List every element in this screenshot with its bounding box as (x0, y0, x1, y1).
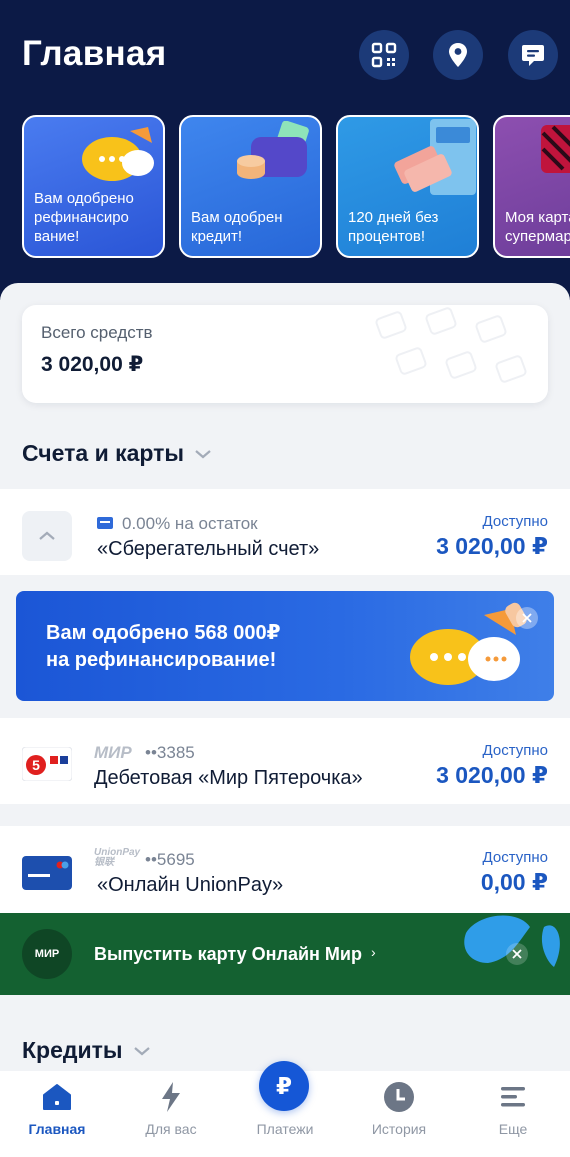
menu-icon (497, 1081, 529, 1113)
pyaterochka-logo-icon: 5 (22, 747, 72, 781)
mir-brand: МИР (94, 743, 132, 762)
story-text: Вам одобрен кредит! (191, 209, 283, 245)
svg-text:5: 5 (32, 757, 40, 773)
banner-close-button[interactable] (506, 943, 528, 965)
accounts-section-header[interactable]: Счета и карты (22, 440, 212, 467)
chat-button[interactable] (508, 30, 558, 80)
home-icon (41, 1081, 73, 1113)
nav-label: Еще (498, 1121, 528, 1137)
wallet-coins-icon (237, 121, 309, 179)
page-title: Главная (22, 34, 167, 73)
issue-mir-card-text: Выпустить карту Онлайн Мир (94, 944, 362, 964)
unionpay-brand: UnionPay 银联 (94, 848, 140, 868)
nav-label: История (371, 1121, 427, 1137)
chat-bubbles-illustration (410, 602, 527, 685)
total-funds-card[interactable]: Всего средств 3 020,00 ₽ (22, 305, 548, 403)
card2-number: ••5695 (145, 850, 195, 869)
ruble-icon: ₽ (275, 1072, 292, 1099)
nav-label: Платежи (256, 1121, 314, 1137)
card2-amount: 0,00 ₽ (480, 869, 548, 895)
unionpay-brand-bottom: 银联 (94, 857, 114, 868)
promo-text: Вам одобрено 568 000₽ на рефинансировани… (46, 620, 281, 674)
story-my-card[interactable]: Моя карта 10% в супермар (493, 115, 570, 258)
wallet-pattern-decoration (375, 307, 527, 383)
clock-icon (383, 1081, 415, 1113)
story-refinance[interactable]: Вам одобрено рефинансиро вание! (22, 115, 165, 258)
total-funds-value: 3 020,00 ₽ (41, 353, 144, 376)
total-funds-label: Всего средств (41, 323, 153, 342)
close-icon (522, 613, 532, 623)
location-pin-icon (449, 43, 467, 67)
card2-name: «Онлайн UnionPay» (97, 874, 284, 896)
payments-fab[interactable]: ₽ (259, 1061, 309, 1111)
nav-more[interactable]: Еще (456, 1071, 570, 1157)
chevron-right-icon: › (371, 944, 376, 960)
atm-icon (394, 119, 476, 195)
promo-line-2: на рефинансирование! (46, 649, 277, 671)
qr-scan-button[interactable] (359, 30, 409, 80)
savings-amount: 3 020,00 ₽ (436, 533, 548, 559)
chat-icon (522, 45, 544, 66)
location-button[interactable] (433, 30, 483, 80)
card1-number: ••3385 (145, 743, 195, 762)
card-row-mir-pyaterochka[interactable]: 5 МИР ••3385 Дебетовая «Мир Пятерочка» Д… (0, 718, 570, 804)
available-label: Доступно (482, 742, 548, 759)
account-icon (97, 517, 113, 529)
savings-account-row[interactable]: 0.00% на остаток «Сберегательный счет» Д… (0, 489, 570, 575)
card1-amount: 3 020,00 ₽ (436, 762, 548, 788)
lightning-icon (155, 1081, 187, 1113)
story-text: 120 дней без процентов! (348, 209, 439, 245)
issue-mir-card-banner[interactable]: МИР Выпустить карту Онлайн Мир › (0, 913, 570, 995)
nav-label: Главная (28, 1121, 86, 1137)
mir-badge: МИР (22, 929, 72, 979)
close-icon (512, 949, 522, 959)
nav-for-you[interactable]: Для вас (114, 1071, 228, 1157)
credits-section-title: Кредиты (22, 1037, 123, 1063)
savings-rate: 0.00% на остаток (122, 514, 258, 533)
chevron-down-icon (195, 449, 211, 458)
nav-home[interactable]: Главная (0, 1071, 114, 1157)
refinance-promo-banner[interactable]: Вам одобрено 568 000₽ на рефинансировани… (16, 591, 554, 701)
card-icon (541, 125, 570, 173)
savings-name: «Сберегательный счет» (97, 538, 320, 560)
story-interest-free[interactable]: 120 дней без процентов! (336, 115, 479, 258)
story-text: Моя карта 10% в супермар (505, 209, 570, 245)
card1-name: Дебетовая «Мир Пятерочка» (94, 767, 363, 789)
chat-bubbles-icon (82, 127, 154, 181)
promo-close-button[interactable] (516, 607, 538, 629)
available-label: Доступно (482, 513, 548, 530)
qr-code-icon (371, 42, 397, 68)
nav-label: Для вас (145, 1121, 197, 1137)
card-row-unionpay[interactable]: UnionPay 银联 ••5695 «Онлайн UnionPay» Дос… (0, 826, 570, 914)
credits-section-header[interactable]: Кредиты (22, 1037, 151, 1064)
collapse-button[interactable] (22, 511, 72, 561)
story-text: Вам одобрено рефинансиро вание! (34, 190, 134, 245)
chevron-up-icon (39, 531, 55, 540)
available-label: Доступно (482, 849, 548, 866)
stories-carousel: Вам одобрено рефинансиро вание! Вам одоб… (22, 115, 570, 258)
story-credit[interactable]: Вам одобрен кредит! (179, 115, 322, 258)
nav-history[interactable]: История (342, 1071, 456, 1157)
unionpay-card-icon (22, 856, 72, 890)
accounts-section-title: Счета и карты (22, 440, 185, 466)
promo-line-1: Вам одобрено 568 000₽ (46, 622, 281, 644)
chevron-down-icon (133, 1046, 150, 1055)
